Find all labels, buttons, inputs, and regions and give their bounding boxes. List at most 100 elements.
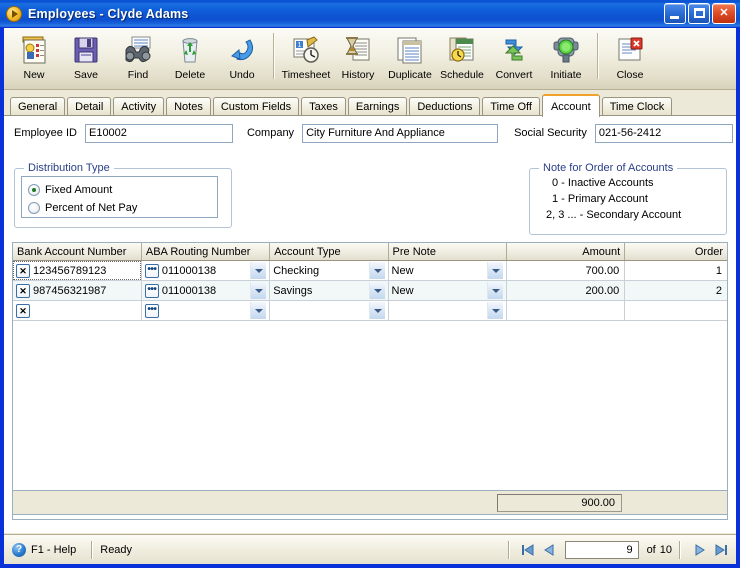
cell-order[interactable]: 2 — [624, 280, 727, 301]
tab-detail[interactable]: Detail — [67, 97, 112, 116]
cell-aba-routing-number[interactable]: ••• — [141, 300, 271, 321]
column-header-bank-account-number[interactable]: Bank Account Number — [13, 243, 142, 261]
help-button[interactable]: ? F1 - Help — [8, 540, 84, 560]
toolbar-button-close[interactable]: Close — [604, 31, 656, 87]
cell-order[interactable]: 1 — [624, 260, 727, 281]
title-bar[interactable]: Employees - Clyde Adams ✕ — [0, 0, 740, 28]
bank-accounts-grid[interactable]: Bank Account Number ABA Routing Number A… — [12, 242, 728, 520]
tab-strip: General Detail Activity Notes Custom Fie… — [4, 92, 736, 117]
tab-general[interactable]: General — [10, 97, 66, 116]
toolbar-button-history[interactable]: History — [332, 31, 384, 87]
employee-id-input[interactable] — [84, 123, 233, 143]
cell-amount[interactable] — [506, 300, 626, 321]
tab-notes[interactable]: Notes — [166, 97, 211, 116]
tab-activity[interactable]: Activity — [113, 97, 165, 116]
chevron-down-icon[interactable] — [486, 302, 503, 319]
cell-account-type[interactable] — [269, 300, 389, 321]
toolbar-button-schedule[interactable]: Schedule — [436, 31, 488, 87]
new-record-icon — [18, 34, 50, 66]
chevron-down-icon[interactable] — [368, 262, 385, 279]
chevron-down-icon[interactable] — [368, 302, 385, 319]
cell-amount[interactable]: 700.00 — [506, 260, 626, 281]
delete-row-button[interactable]: ✕ — [16, 283, 30, 298]
tab-time-off[interactable]: Time Off — [482, 97, 540, 116]
column-header-amount[interactable]: Amount — [506, 243, 626, 261]
cell-value: Checking — [273, 264, 320, 277]
delete-row-button[interactable]: ✕ — [16, 303, 30, 318]
chevron-down-icon[interactable] — [250, 302, 267, 319]
toolbar-button-delete[interactable]: Delete — [164, 31, 216, 87]
current-record-input[interactable] — [564, 540, 639, 559]
toolbar-separator — [273, 33, 275, 79]
toolbar-label: Duplicate — [388, 69, 432, 81]
toolbar-button-save[interactable]: Save — [60, 31, 112, 87]
toolbar-button-convert[interactable]: Convert — [488, 31, 540, 87]
cell-pre-note[interactable]: New — [388, 280, 507, 301]
cell-bank-account-number[interactable]: ✕ — [13, 300, 142, 321]
cell-account-type[interactable]: Checking — [269, 260, 389, 281]
column-header-aba-routing-number[interactable]: ABA Routing Number — [141, 243, 271, 261]
cell-value: 011000138 — [161, 284, 217, 297]
cell-value: New — [391, 284, 414, 297]
minimize-button[interactable] — [664, 3, 686, 24]
total-amount-value: 900.00 — [497, 494, 622, 512]
record-navigator: of 10 — [501, 539, 732, 561]
tab-account[interactable]: Account — [541, 94, 600, 117]
cell-aba-routing-number[interactable]: ••• 011000138 — [141, 280, 271, 301]
delete-row-button[interactable]: ✕ — [16, 263, 30, 278]
toolbar-button-new[interactable]: New — [8, 31, 60, 87]
first-record-button[interactable] — [517, 540, 539, 560]
tab-taxes[interactable]: Taxes — [301, 97, 346, 116]
toolbar-button-timesheet[interactable]: 1 Timesheet — [280, 31, 332, 87]
maximize-button[interactable] — [688, 3, 710, 24]
cell-account-type[interactable]: Savings — [269, 280, 389, 301]
next-record-button[interactable] — [688, 540, 710, 560]
cell-bank-account-number[interactable]: ✕ 987456321987 — [13, 280, 142, 301]
cell-value: 2 — [715, 284, 722, 297]
table-row[interactable]: ✕ ••• — [13, 300, 727, 321]
tab-label: Activity — [121, 101, 157, 113]
column-header-order[interactable]: Order — [624, 243, 727, 261]
nav-separator-left — [507, 540, 510, 559]
radio-label: Fixed Amount — [45, 183, 113, 196]
toolbar-button-duplicate[interactable]: Duplicate — [384, 31, 436, 87]
cell-bank-account-number[interactable]: ✕ 123456789123 — [13, 260, 142, 281]
table-row[interactable]: ✕ 987456321987 ••• 011000138 Savings New… — [13, 280, 727, 301]
timesheet-clock-icon: 1 — [290, 34, 322, 66]
chevron-down-icon[interactable] — [486, 262, 503, 279]
last-record-button[interactable] — [710, 540, 732, 560]
tab-earnings[interactable]: Earnings — [347, 97, 408, 116]
cell-amount[interactable]: 200.00 — [506, 280, 626, 301]
chevron-down-icon[interactable] — [250, 282, 267, 299]
table-row[interactable]: ✕ 123456789123 ••• 011000138 Checking Ne… — [13, 260, 727, 281]
column-header-account-type[interactable]: Account Type — [269, 243, 389, 261]
company-input[interactable] — [302, 123, 499, 143]
cell-aba-routing-number[interactable]: ••• 011000138 — [141, 260, 271, 281]
chevron-down-icon[interactable] — [368, 282, 385, 299]
toolbar-button-initiate[interactable]: Initiate — [540, 31, 592, 87]
toolbar-button-find[interactable]: Find — [112, 31, 164, 87]
chevron-down-icon[interactable] — [486, 282, 503, 299]
lookup-button[interactable]: ••• — [144, 283, 159, 298]
cell-pre-note[interactable] — [388, 300, 507, 321]
cell-order[interactable] — [624, 300, 727, 321]
tab-time-clock[interactable]: Time Clock — [601, 97, 673, 116]
tab-custom-fields[interactable]: Custom Fields — [212, 97, 300, 116]
status-message: Ready — [100, 543, 133, 556]
lookup-button[interactable]: ••• — [144, 303, 159, 318]
toolbar-label: Save — [74, 69, 98, 81]
chevron-down-icon[interactable] — [250, 262, 267, 279]
cell-pre-note[interactable]: New — [388, 260, 507, 281]
close-button[interactable]: ✕ — [712, 3, 736, 24]
tab-deductions[interactable]: Deductions — [409, 97, 481, 116]
app-play-icon — [6, 5, 22, 22]
table-header-row: Bank Account Number ABA Routing Number A… — [13, 243, 727, 261]
radio-button-icon — [28, 201, 40, 214]
social-security-input[interactable] — [594, 123, 733, 143]
previous-record-button[interactable] — [539, 540, 561, 560]
radio-fixed-amount[interactable]: Fixed Amount — [28, 181, 217, 198]
radio-percent-of-net-pay[interactable]: Percent of Net Pay — [28, 199, 217, 216]
lookup-button[interactable]: ••• — [144, 263, 159, 278]
column-header-pre-note[interactable]: Pre Note — [388, 243, 507, 261]
toolbar-button-undo[interactable]: Undo — [216, 31, 268, 87]
